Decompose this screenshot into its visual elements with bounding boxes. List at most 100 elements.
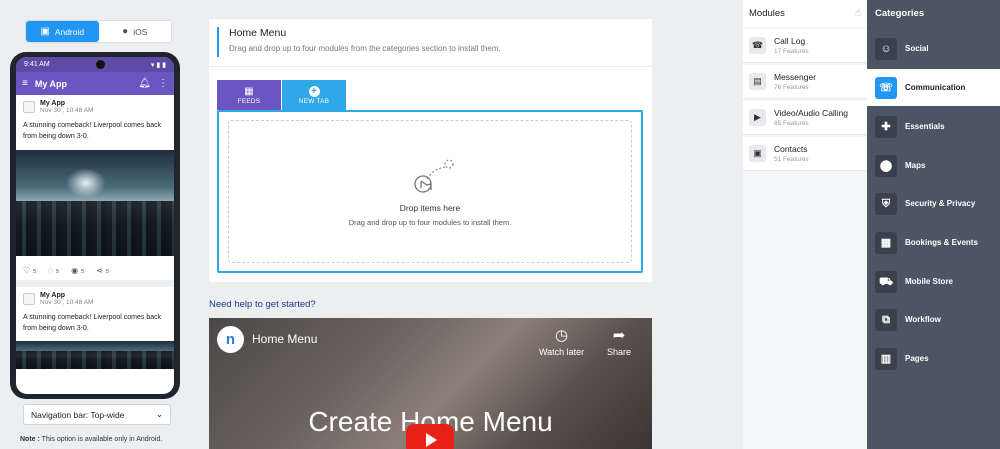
ios-label: iOS [133, 26, 148, 37]
navigation-bar-value: Navigation bar: Top-wide [31, 409, 125, 420]
category-maps[interactable]: ⬤ Maps [867, 147, 1000, 184]
pages-icon: ▥ [875, 347, 897, 370]
drop-title: Drop items here [399, 202, 461, 213]
modules-title: Modules [749, 8, 785, 19]
share-video-button[interactable]: ➦ Share [607, 326, 631, 357]
status-time: 9:41 AM [24, 61, 50, 68]
clock-icon: ◷ [555, 327, 569, 344]
help-link[interactable]: Need help to get started? [209, 299, 316, 310]
post-avatar [23, 101, 35, 113]
feed-post: My App Nov 30 , 10:48 AM A stunning come… [16, 95, 174, 261]
tab-new-tab[interactable]: + New Tab [282, 80, 346, 110]
module-name: Call Log [774, 36, 806, 46]
comment-icon: ◌ [48, 265, 53, 275]
module-messenger[interactable]: ▤ Messenger 76 Features [743, 65, 867, 99]
like-button[interactable]: ♡ 5 [23, 266, 36, 275]
category-label: Social [905, 44, 929, 53]
module-contacts[interactable]: ▣ Contacts 51 Features [743, 137, 867, 171]
note-text: This option is available only in Android… [41, 436, 163, 443]
category-social[interactable]: ☺ Social [867, 30, 1000, 67]
post-actions: ♡ 5 ◌ 5 ◉ 5 ⋖ 5 [16, 261, 174, 280]
map-pin-icon: ⬤ [875, 154, 897, 177]
drop-zone[interactable]: Drop items here Drag and drop up to four… [228, 120, 632, 263]
watch-later-label: Watch later [539, 347, 585, 357]
category-label: Pages [905, 354, 929, 363]
tab-feeds-label: Feeds [237, 97, 261, 105]
video-player[interactable]: n Home Menu ◷ Watch later ➦ Share Create… [209, 318, 652, 449]
modules-header: Modules ☝︎ [743, 0, 867, 27]
navigation-bar-select[interactable]: Navigation bar: Top-wide ⌄ [23, 404, 171, 425]
post-date: Nov 30 , 10:48 AM [40, 107, 94, 114]
android-button[interactable]: ▣ Android [26, 21, 99, 42]
comment-button[interactable]: ◌ 5 [48, 266, 59, 275]
category-bookings-events[interactable]: ▦ Bookings & Events [867, 224, 1000, 261]
module-name: Video/Audio Calling [774, 108, 849, 118]
bell-icon[interactable]: 🔔︎ [138, 78, 151, 89]
feeds-icon: ▦ [244, 85, 254, 97]
category-label: Bookings & Events [905, 238, 978, 247]
drop-zone-frame: Drop items here Drag and drop up to four… [217, 110, 643, 273]
category-label: Mobile Store [905, 277, 954, 286]
module-features: 17 Features [774, 48, 809, 55]
page-title: Home Menu [229, 27, 287, 39]
app-bar: ≡ My App 🔔︎ ⋮ [16, 72, 174, 95]
tab-new-tab-label: New Tab [298, 97, 330, 105]
post-author: My App [40, 291, 66, 299]
channel-logo-icon[interactable]: n [217, 326, 244, 353]
status-icons: ▾ ▮ ▮ [150, 61, 166, 69]
contacts-icon: ▣ [749, 145, 766, 162]
chevron-down-icon: ⌄ [155, 409, 163, 419]
post-image [16, 149, 174, 256]
share-arrow-icon: ➦ [612, 327, 626, 344]
category-label: Essentials [905, 122, 945, 131]
menu-icon[interactable]: ≡ [22, 78, 28, 89]
calendar-icon: ▦ [875, 231, 897, 254]
category-mobile-store[interactable]: ⛟ Mobile Store [867, 263, 1000, 300]
category-security-privacy[interactable]: ⛨ Security & Privacy [867, 185, 1000, 222]
share-button[interactable]: ⋖ 5 [96, 266, 109, 275]
share-icon: ⋖ [96, 265, 103, 275]
apple-icon: ● [122, 26, 129, 37]
module-call-log[interactable]: ☎ Call Log 17 Features [743, 29, 867, 63]
phone-preview: 9:41 AM ▾ ▮ ▮ ≡ My App 🔔︎ ⋮ My App Nov 3… [10, 52, 180, 399]
communication-icon: ☏ [875, 76, 897, 99]
puzzle-icon: ✚ [875, 115, 897, 138]
panel-header: Home Menu Drag and drop up to four modul… [217, 27, 652, 57]
category-pages[interactable]: ▥ Pages [867, 340, 1000, 377]
post-header: My App Nov 30 , 10:48 AM [23, 292, 167, 306]
tab-feeds[interactable]: ▦ Feeds [217, 80, 281, 110]
camera-notch [96, 60, 105, 69]
category-essentials[interactable]: ✚ Essentials [867, 108, 1000, 145]
category-label: Security & Privacy [905, 199, 976, 208]
play-icon[interactable] [406, 424, 454, 449]
categories-panel: Categories ☺ Social ☏ Communication ✚ Es… [867, 0, 1000, 449]
shield-icon: ⛨ [875, 192, 897, 215]
module-features: 51 Features [774, 156, 809, 163]
ios-button[interactable]: ● iOS [99, 21, 172, 42]
views-indicator: ◉ 5 [71, 265, 85, 275]
category-label: Workflow [905, 315, 941, 324]
video-call-icon: ▶ [749, 109, 766, 126]
phone-icon: ☎ [749, 37, 766, 54]
module-video-audio-calling[interactable]: ▶ Video/Audio Calling 85 Features [743, 101, 867, 135]
divider [209, 66, 652, 67]
os-toggle: ▣ Android ● iOS [25, 20, 172, 43]
watch-later-button[interactable]: ◷ Watch later [539, 326, 584, 357]
post-header: My App Nov 30 , 10:48 AM [23, 100, 167, 114]
module-features: 76 Features [774, 84, 809, 91]
categories-title: Categories [875, 8, 925, 19]
android-note: Note : This option is available only in … [20, 436, 162, 443]
category-workflow[interactable]: ⧉ Workflow [867, 301, 1000, 338]
drop-subtitle: Drag and drop up to four modules to inst… [348, 217, 512, 227]
modules-panel: Modules ☝︎ ☎ Call Log 17 Features ▤ Mess… [743, 0, 867, 449]
more-icon[interactable]: ⋮ [158, 78, 168, 89]
drag-hint-icon: ☝︎ [854, 8, 861, 19]
post-separator [16, 279, 174, 287]
post-date: Nov 30 , 10:48 AM [40, 298, 94, 306]
module-name: Contacts [774, 144, 808, 154]
category-communication[interactable]: ☏ Communication [867, 69, 1000, 106]
post-text: A stunning comeback! Liverpool comes bac… [23, 122, 162, 140]
note-label: Note : [20, 436, 40, 443]
video-title[interactable]: Home Menu [252, 332, 317, 346]
category-label: Communication [905, 83, 966, 92]
